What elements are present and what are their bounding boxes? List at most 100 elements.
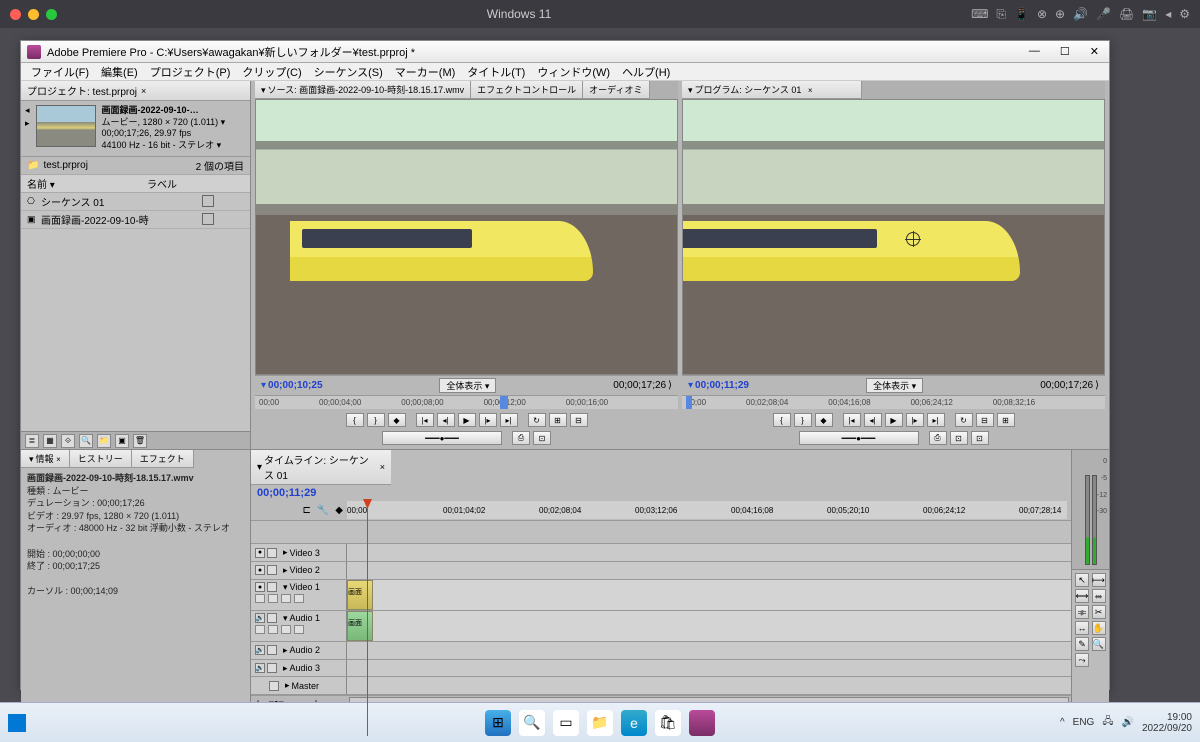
step-back-button[interactable]: ◂| [864,413,882,427]
vm-maximize-button[interactable] [46,9,57,20]
slip-tool[interactable]: ↔ [1075,621,1089,635]
track-opt[interactable] [255,625,265,634]
vm-icon[interactable]: 📷 [1142,7,1157,22]
out-point-button[interactable]: } [367,413,385,427]
close-icon[interactable]: × [141,86,146,96]
start-button[interactable]: ⊞ [485,710,511,736]
program-view[interactable] [682,99,1105,375]
vm-icon[interactable]: ◂ [1165,7,1171,22]
prev-clip-icon[interactable]: ◂ [25,105,30,116]
source-fit-dropdown[interactable]: 全体表示 ▾ [439,378,496,393]
pen-tool[interactable]: ✎ [1075,637,1089,651]
marker-icon[interactable]: ▾ [688,380,693,391]
marker-button[interactable]: ◆ [815,413,833,427]
play-button[interactable]: ▶ [885,413,903,427]
menu-file[interactable]: ファイル(F) [27,64,93,80]
bin-item-clip[interactable]: ▣ 画面録画-2022-09-10-時 [21,211,250,229]
tab-info[interactable]: ▾情報 × [21,450,70,468]
timeline-playhead[interactable] [367,501,368,736]
export-frame-button[interactable]: ⎙ [929,431,947,445]
tray-language[interactable]: ENG [1073,717,1095,728]
maximize-button[interactable]: ☐ [1056,45,1074,58]
go-out-button[interactable]: ▸| [500,413,518,427]
edge-button[interactable]: e [621,710,647,736]
in-point-button[interactable]: { [773,413,791,427]
razor-tool[interactable]: ✂ [1092,605,1106,619]
menu-marker[interactable]: マーカー(M) [391,64,460,80]
timeline-clip-v1[interactable]: 画面 [347,580,373,610]
speaker-icon[interactable]: 🔊 [255,613,265,623]
ripple-tool[interactable]: ⟷ [1075,589,1089,603]
lock-icon[interactable] [267,613,277,623]
premiere-taskbar-button[interactable] [689,710,715,736]
tab-history[interactable]: ヒストリー [70,450,132,468]
lock-icon[interactable] [269,681,279,691]
menu-sequence[interactable]: シーケンス(S) [310,64,387,80]
tab-effects[interactable]: エフェクト [132,450,194,468]
new-item-icon[interactable]: ▣ [115,434,129,448]
icon-view-icon[interactable]: ▦ [43,434,57,448]
go-out-button[interactable]: ▸| [927,413,945,427]
vm-icon[interactable]: 🎤 [1096,7,1111,22]
lift-button[interactable]: ⊟ [976,413,994,427]
timeline-tab[interactable]: ▾ タイムライン: シーケンス 01 × [251,450,391,485]
tray-volume-icon[interactable]: 🔊 [1121,717,1133,728]
track-select-tool[interactable]: ⟼ [1092,573,1106,587]
vm-minimize-button[interactable] [28,9,39,20]
menu-edit[interactable]: 編集(E) [97,64,142,80]
program-current-time[interactable]: 00;00;11;29 [695,380,749,391]
effect-controls-tab[interactable]: エフェクトコントロール [471,81,583,99]
play-button[interactable]: ▶ [458,413,476,427]
vm-icon[interactable]: ⚙ [1179,7,1190,22]
menu-project[interactable]: プロジェクト(P) [146,64,235,80]
lock-icon[interactable] [267,645,277,655]
zoom-tool[interactable]: 🔍 [1092,637,1106,651]
insert-button[interactable]: ⊞ [549,413,567,427]
wrench-icon[interactable]: 🔧 [317,505,329,516]
project-tab[interactable]: プロジェクト: test.prproj × [21,81,250,101]
go-in-button[interactable]: |◂ [843,413,861,427]
vm-icon[interactable]: 🔊 [1073,7,1088,22]
source-tab[interactable]: ▾ソース: 画面録画-2022-09-10-時刻-18.15.17.wmv [255,81,471,99]
eye-icon[interactable]: ● [255,582,265,592]
trim-button[interactable]: ⊡ [950,431,968,445]
eye-icon[interactable]: ● [255,565,265,575]
close-icon[interactable]: × [380,462,385,472]
label-swatch[interactable] [202,195,214,207]
track-opt[interactable] [294,625,304,634]
eye-icon[interactable]: ● [255,548,265,558]
lock-icon[interactable] [267,565,277,575]
tray-clock[interactable]: 19:00 2022/09/20 [1142,712,1192,734]
shuttle-slider[interactable]: ━━━●━━━ [382,431,502,445]
tray-chevron-icon[interactable]: ^ [1060,717,1065,728]
step-back-button[interactable]: ◂| [437,413,455,427]
track-opt[interactable] [281,625,291,634]
lock-icon[interactable] [267,582,277,592]
search-button[interactable]: 🔍 [519,710,545,736]
vm-close-button[interactable] [10,9,21,20]
btn[interactable]: ⊡ [971,431,989,445]
close-button[interactable]: ✕ [1086,45,1103,58]
track-opt[interactable] [281,594,291,603]
step-fwd-button[interactable]: |▸ [479,413,497,427]
track-video2[interactable]: ●▸Video 2 [251,562,1071,580]
track-opt[interactable] [255,594,265,603]
tray-network-icon[interactable]: 🖧 [1102,714,1113,731]
marker-icon[interactable]: ▾ [261,380,266,391]
timeline-current-time[interactable]: 00;00;11;29 [251,485,345,501]
timeline-ruler[interactable]: 00;00 00;01;04;02 00;02;08;04 00;03;12;0… [347,501,1067,519]
vm-icon[interactable]: 🖨 [1119,7,1134,22]
track-video1[interactable]: ●▾Video 1 画面 [251,580,1071,611]
timeline-clip-a1[interactable]: 画面 [347,611,373,641]
bin-header[interactable]: 名前 ▾ ラベル [21,175,250,193]
bin-item-sequence[interactable]: ⎔ シーケンス 01 [21,193,250,211]
program-ruler[interactable]: 00;00 00;02;08;04 00;04;16;08 00;06;24;1… [682,395,1105,409]
go-in-button[interactable]: |◂ [416,413,434,427]
btn[interactable]: ⊡ [533,431,551,445]
loop-button[interactable]: ↻ [955,413,973,427]
menu-help[interactable]: ヘルプ(H) [618,64,674,80]
marker-button[interactable]: ◆ [388,413,406,427]
program-fit-dropdown[interactable]: 全体表示 ▾ [866,378,923,393]
column-label[interactable]: ラベル [147,176,177,191]
vm-icon[interactable]: ⌨ [971,7,988,22]
